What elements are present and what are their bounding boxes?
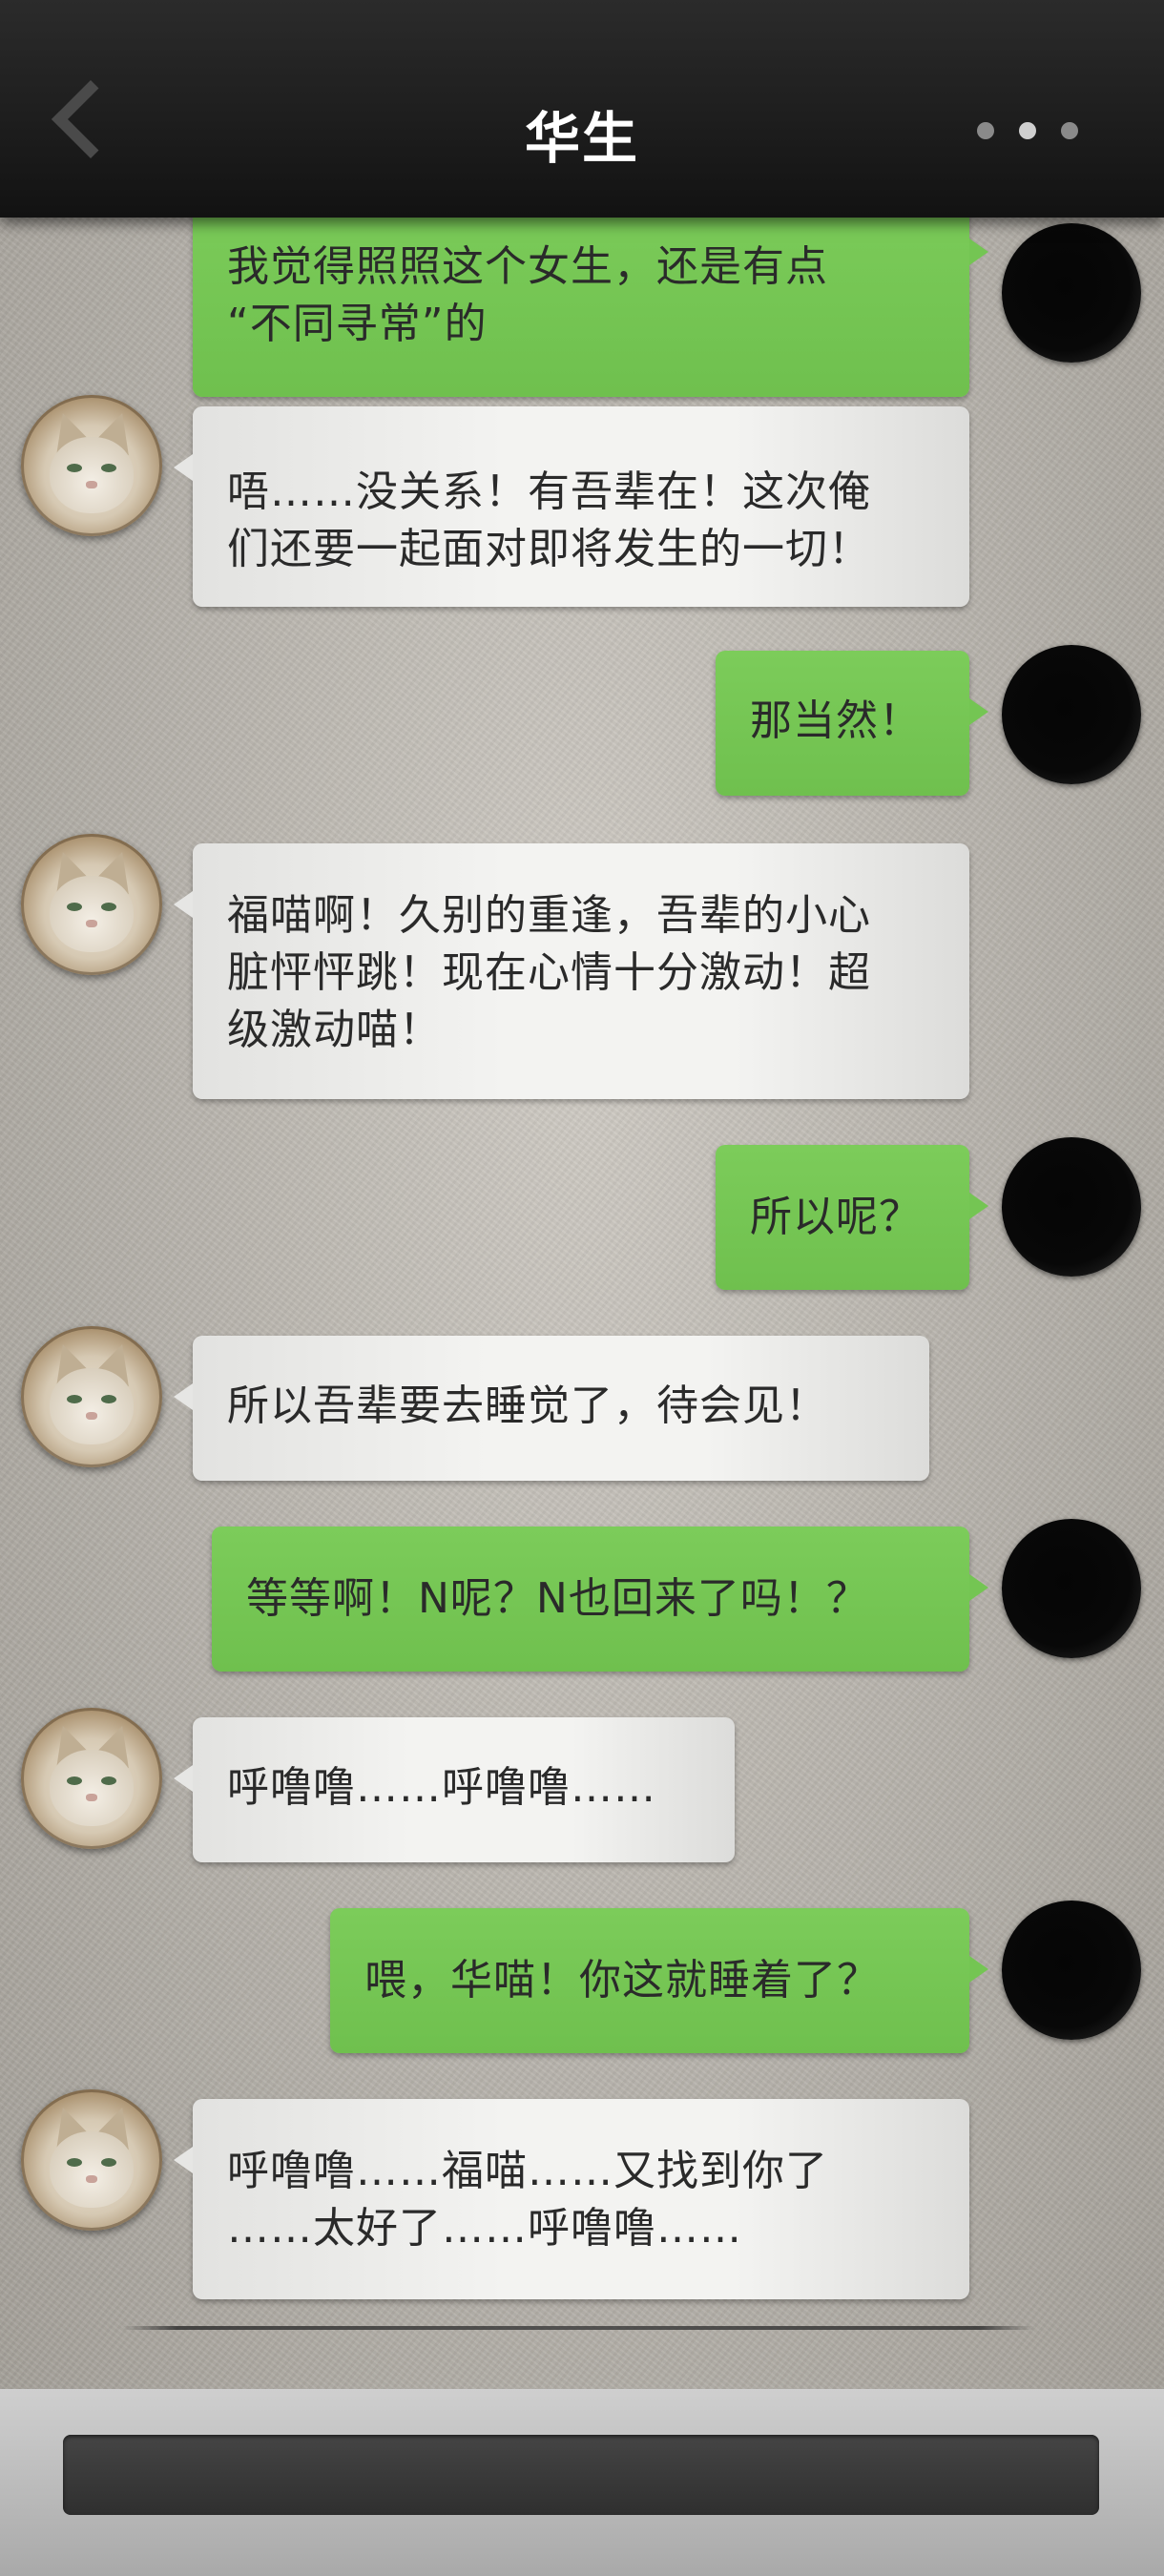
message-line: 福喵啊！久别的重逢，吾辈的小心 xyxy=(227,891,871,940)
self-message-bubble[interactable]: 那当然！ xyxy=(716,651,988,796)
cat-avatar[interactable] xyxy=(21,395,162,536)
cat-message-bubble[interactable]: 呼噜噜……福喵……又找到你了 ……太好了……呼噜噜…… xyxy=(174,2099,969,2299)
dot-icon xyxy=(977,122,994,139)
message-line: 级激动喵！ xyxy=(227,1006,442,1054)
message-line: 们还要一起面对即将发生的一切！ xyxy=(227,525,871,573)
self-avatar[interactable] xyxy=(1002,645,1141,784)
dot-icon xyxy=(1019,122,1036,139)
self-avatar[interactable] xyxy=(1002,1519,1141,1658)
message-input[interactable] xyxy=(63,2435,1099,2515)
message-line: 等等啊！N呢？N也回来了吗！？ xyxy=(246,1574,869,1623)
self-avatar[interactable] xyxy=(1002,1901,1141,2040)
cat-message-bubble[interactable]: 所以吾辈要去睡觉了，待会见！ xyxy=(174,1336,929,1481)
self-message-bubble[interactable]: 所以呢？ xyxy=(716,1145,988,1290)
cat-avatar[interactable] xyxy=(21,834,162,975)
message-line: 脏怦怦跳！现在心情十分激动！超 xyxy=(227,948,871,997)
dot-icon xyxy=(1061,122,1078,139)
top-bar: 华生 xyxy=(0,0,1164,218)
cat-avatar[interactable] xyxy=(21,2089,162,2231)
message-line: 呼噜噜……福喵……又找到你了 xyxy=(227,2147,828,2195)
message-line: 呼噜噜……呼噜噜…… xyxy=(227,1763,656,1812)
message-line: 唔……没关系！有吾辈在！这次俺 xyxy=(227,467,871,516)
message-line: “不同寻常”的 xyxy=(227,300,488,348)
cat-avatar[interactable] xyxy=(21,1708,162,1849)
cat-message-bubble[interactable]: 呼噜噜……呼噜噜…… xyxy=(174,1717,735,1862)
self-avatar[interactable] xyxy=(1002,223,1141,363)
self-message-bubble[interactable]: 喂，华喵！你这就睡着了？ xyxy=(330,1908,988,2053)
cat-message-bubble[interactable]: 唔……没关系！有吾辈在！这次俺 们还要一起面对即将发生的一切！ xyxy=(174,406,969,607)
self-message-bubble[interactable]: 我觉得照照这个女生，还是有点 “不同寻常”的 xyxy=(193,191,988,397)
cat-avatar[interactable] xyxy=(21,1326,162,1467)
more-dots-icon[interactable] xyxy=(977,122,1082,141)
cat-message-bubble[interactable]: 福喵啊！久别的重逢，吾辈的小心 脏怦怦跳！现在心情十分激动！超 级激动喵！ xyxy=(174,843,969,1099)
divider-line xyxy=(122,2326,1034,2330)
message-line: 那当然！ xyxy=(750,696,922,745)
message-line: ……太好了……呼噜噜…… xyxy=(227,2204,742,2253)
bottom-input-bar xyxy=(0,2389,1164,2576)
message-line: 我觉得照照这个女生，还是有点 xyxy=(227,242,828,291)
message-line: 所以呢？ xyxy=(750,1193,922,1241)
message-line: 所以吾辈要去睡觉了，待会见！ xyxy=(227,1381,828,1430)
self-message-bubble[interactable]: 等等啊！N呢？N也回来了吗！？ xyxy=(212,1527,988,1672)
message-line: 喂，华喵！你这就睡着了？ xyxy=(364,1956,880,2005)
self-avatar[interactable] xyxy=(1002,1137,1141,1277)
